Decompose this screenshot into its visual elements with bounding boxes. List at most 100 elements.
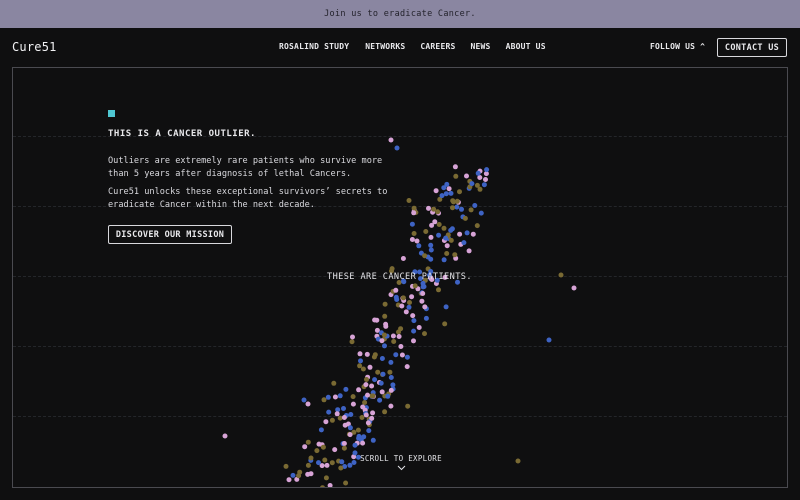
patient-dot — [444, 251, 450, 256]
patient-dot — [341, 445, 347, 451]
patient-dot — [411, 338, 416, 344]
patient-dot — [444, 243, 450, 249]
patient-dot — [411, 205, 417, 211]
patient-dot — [369, 383, 375, 389]
patient-dot — [441, 225, 447, 231]
patient-dot — [448, 237, 454, 243]
patient-dot — [325, 394, 331, 400]
patient-dot — [409, 221, 415, 227]
patient-dot — [357, 351, 363, 357]
patient-dot — [420, 291, 426, 296]
patient-dot — [388, 387, 394, 393]
patient-dot — [320, 485, 325, 487]
banner-text: Join us to eradicate Cancer. — [324, 9, 476, 19]
patient-dot — [318, 427, 324, 433]
patient-dot — [372, 377, 378, 383]
patient-dot — [470, 231, 476, 237]
patient-dot — [422, 331, 427, 337]
nav-link-networks[interactable]: NETWORKS — [365, 42, 405, 51]
patient-dot — [388, 359, 394, 365]
patient-dot — [349, 339, 355, 345]
patient-dot — [341, 406, 346, 411]
patient-dot — [382, 343, 387, 349]
patient-dot — [426, 205, 431, 211]
patient-dot — [457, 189, 462, 195]
scroll-label: SCROLL TO EXPLORE — [360, 454, 442, 463]
patient-dot — [382, 313, 388, 319]
patient-dot — [382, 409, 388, 415]
patient-dot — [468, 207, 474, 213]
patient-dot — [459, 206, 464, 212]
hero-paragraph-1: Outliers are extremely rare patients who… — [108, 156, 383, 179]
nav-link-careers[interactable]: CAREERS — [420, 42, 455, 51]
patient-dot — [474, 223, 480, 229]
patient-dot — [423, 315, 429, 321]
patient-dot — [388, 375, 394, 380]
patient-dot — [305, 401, 311, 407]
patient-dot — [362, 400, 368, 405]
patient-dot — [439, 193, 445, 199]
patient-dot — [452, 164, 458, 170]
patient-dot — [478, 210, 484, 216]
contact-us-button[interactable]: CONTACT US — [717, 38, 787, 57]
patient-dot — [410, 313, 416, 319]
announcement-banner[interactable]: Join us to eradicate Cancer. — [0, 0, 800, 28]
patient-dot — [453, 173, 459, 179]
patient-dot — [407, 300, 412, 305]
patient-dot — [469, 181, 475, 187]
patient-dot — [370, 393, 376, 399]
patient-dot — [436, 222, 442, 227]
patient-dot — [383, 321, 389, 327]
patient-dot — [390, 333, 396, 339]
chevron-down-icon — [397, 465, 405, 471]
patient-dot — [323, 475, 329, 481]
patient-dot — [443, 235, 449, 241]
patient-dot — [290, 472, 296, 478]
patient-dot — [546, 337, 552, 343]
nav-link-news[interactable]: NEWS — [471, 42, 491, 51]
patients-label: THESE ARE CANCER PATIENTS. — [327, 272, 472, 282]
hero-intro: THIS IS A CANCER OUTLIER. Outliers are e… — [108, 110, 398, 244]
patient-dot — [370, 437, 376, 443]
patient-dot — [464, 173, 469, 179]
patient-dot — [449, 226, 455, 232]
patient-dot — [332, 394, 338, 400]
patient-dot — [558, 272, 564, 278]
patient-dot — [363, 382, 369, 388]
logo[interactable]: Cure51 — [12, 40, 57, 54]
patient-dot — [364, 351, 370, 357]
patient-dot — [385, 393, 391, 399]
scroll-to-explore[interactable]: SCROLL TO EXPLORE — [13, 454, 787, 471]
patient-dot — [419, 298, 425, 304]
patient-dot — [433, 188, 439, 194]
discover-mission-button[interactable]: DISCOVER OUR MISSION — [108, 225, 232, 244]
patient-dot — [305, 439, 311, 445]
patient-dot — [363, 412, 369, 418]
patient-dot — [364, 377, 369, 382]
patient-dot — [222, 433, 228, 439]
patient-dot — [365, 392, 370, 398]
nav-link-rosalind-study[interactable]: ROSALIND STUDY — [279, 42, 349, 51]
patient-dot — [409, 237, 415, 242]
patient-dot — [477, 186, 483, 192]
patient-dot — [341, 415, 347, 420]
patient-dot — [381, 332, 387, 338]
patient-dot — [472, 203, 478, 208]
patient-dot — [380, 371, 386, 377]
patient-dot — [412, 283, 418, 289]
patient-dot — [358, 358, 363, 364]
patient-dot — [405, 403, 411, 409]
patient-dot — [348, 412, 354, 417]
patient-dot — [435, 209, 441, 215]
patient-dot — [305, 471, 311, 477]
patient-dot — [377, 397, 383, 403]
patient-dot — [442, 321, 448, 327]
patient-dot — [414, 238, 420, 244]
patient-dot — [411, 318, 417, 324]
patient-dot — [462, 215, 468, 221]
patient-dot — [320, 444, 326, 450]
patient-dot — [409, 294, 415, 300]
follow-us-menu[interactable]: FOLLOW US ^ — [650, 42, 705, 51]
nav-link-about-us[interactable]: ABOUT US — [506, 42, 546, 51]
patient-dot — [350, 334, 355, 340]
